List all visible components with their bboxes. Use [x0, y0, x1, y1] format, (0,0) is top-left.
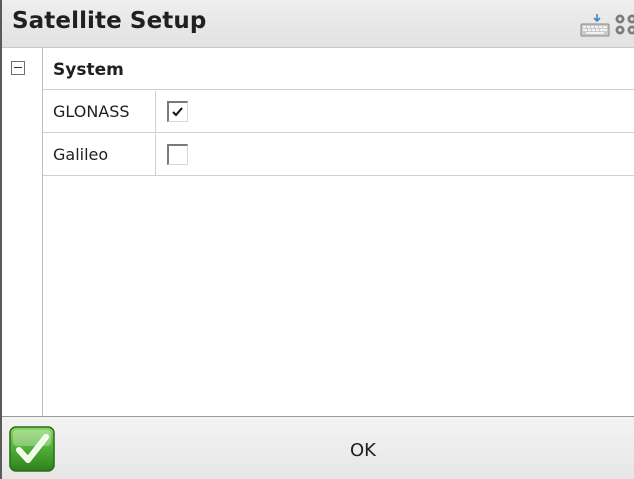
row-label-cell: GLONASS	[43, 91, 156, 132]
glonass-checkbox[interactable]	[167, 101, 188, 122]
keyboard-icon[interactable]	[580, 12, 610, 38]
window-title: Satellite Setup	[12, 8, 207, 34]
settings-icon[interactable]	[614, 12, 634, 36]
property-grid: System GLONASS Galileo	[2, 48, 634, 416]
ok-bar[interactable]: OK	[2, 416, 634, 479]
table-row: Galileo	[43, 134, 634, 176]
group-label: System	[53, 60, 124, 80]
row-label: Galileo	[53, 145, 109, 164]
checkmark-icon[interactable]	[8, 425, 56, 473]
grid-gutter	[2, 48, 43, 416]
collapse-icon[interactable]	[11, 61, 25, 75]
satellite-setup-window: Satellite Setup System GLONASS Galileo O…	[0, 0, 634, 479]
galileo-checkbox[interactable]	[167, 144, 188, 165]
row-label: GLONASS	[53, 102, 130, 121]
checkmark-icon	[172, 107, 183, 117]
title-bar: Satellite Setup	[2, 0, 634, 48]
row-label-cell: Galileo	[43, 134, 156, 175]
group-row-system[interactable]: System	[43, 48, 634, 90]
table-row: GLONASS	[43, 91, 634, 133]
ok-button[interactable]: OK	[350, 440, 376, 461]
